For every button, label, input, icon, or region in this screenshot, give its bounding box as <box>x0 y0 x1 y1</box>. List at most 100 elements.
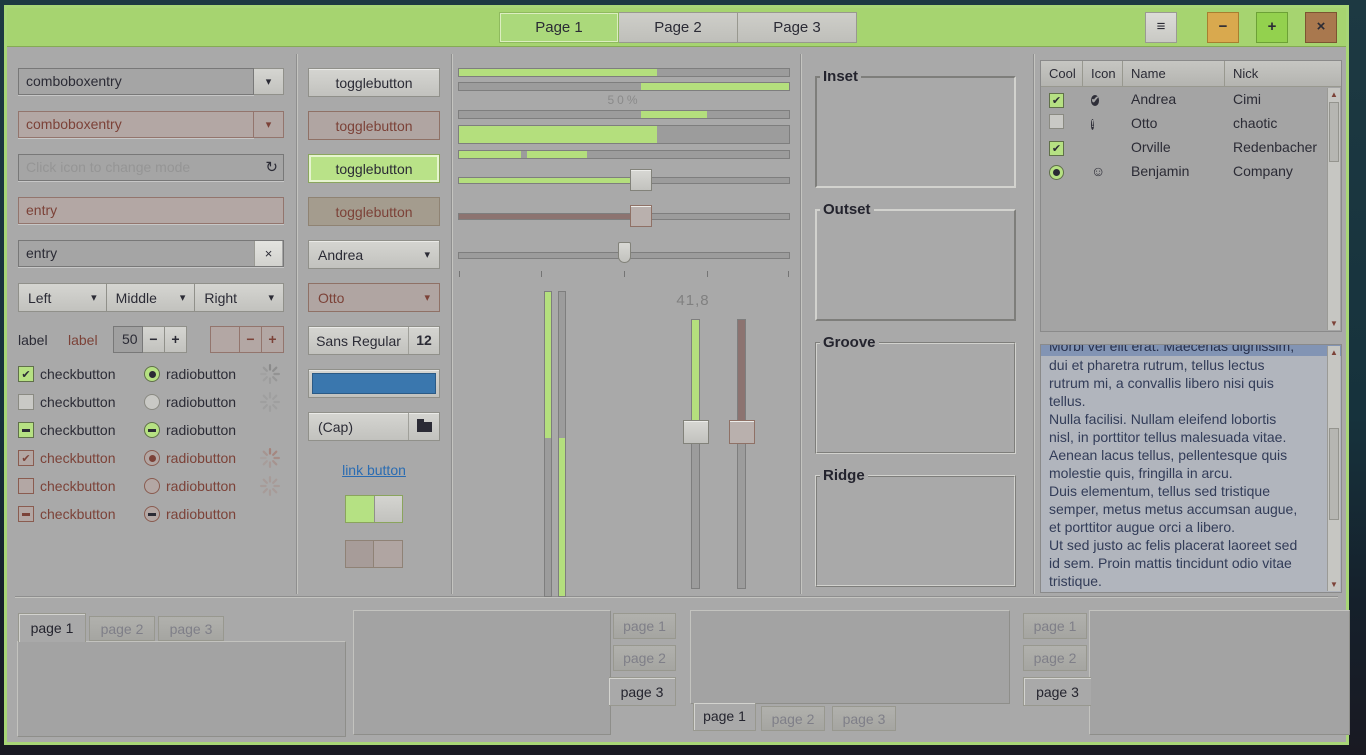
checkbox-mixed[interactable] <box>18 422 34 438</box>
clear-icon[interactable]: × <box>254 241 282 266</box>
comboboxentry-input[interactable]: comboboxentry <box>18 68 254 95</box>
checkbox-unchecked[interactable] <box>18 394 34 410</box>
treeview-scrollbar[interactable]: ▲ ▼ <box>1327 88 1340 330</box>
check-circle-icon: ✔ <box>1091 95 1099 106</box>
combobox[interactable]: Andrea ▾ <box>308 240 440 269</box>
switch-knob[interactable] <box>374 496 402 522</box>
table-row[interactable]: ✔ Orville Redenbacher <box>1041 135 1341 159</box>
table-row[interactable]: ! Otto chaotic <box>1041 111 1341 135</box>
font-button[interactable]: Sans Regular 12 <box>308 326 440 355</box>
column-frames: Inset Outset Groove Ridge <box>815 60 1016 587</box>
spinner-icon <box>260 392 280 412</box>
togglebutton-active[interactable]: togglebutton <box>308 154 440 183</box>
notebook-content <box>17 641 346 737</box>
checkbox-checked[interactable]: ✔ <box>1049 93 1064 108</box>
textview[interactable]: Morbi vel elit erat. Maecenas dignissim,… <box>1040 344 1342 593</box>
refresh-icon[interactable]: ↻ <box>265 155 278 180</box>
column-header-icon[interactable]: Icon <box>1083 61 1123 87</box>
table-row[interactable]: ☺ Benjamin Company <box>1041 159 1341 183</box>
vslider-knob[interactable] <box>683 420 709 444</box>
tab-page2[interactable]: page 2 <box>761 706 825 731</box>
checkbutton-label: checkbutton <box>40 366 144 382</box>
tab-page1[interactable]: page 1 <box>693 703 756 731</box>
header-tab-page2[interactable]: Page 2 <box>619 12 738 43</box>
tab-page3[interactable]: page 3 <box>158 616 224 641</box>
spinbutton-value[interactable]: 50 <box>113 326 143 353</box>
headerbar: Page 1 Page 2 Page 3 ≡ − + × <box>7 8 1346 47</box>
frame-label: Groove <box>820 334 879 351</box>
scrollbar-thumb[interactable] <box>1329 102 1339 162</box>
scroll-down-icon[interactable]: ▼ <box>1328 578 1340 591</box>
tab-page1[interactable]: page 1 <box>613 613 676 639</box>
scroll-up-icon[interactable]: ▲ <box>1328 88 1340 101</box>
text-content: dui et pharetra rutrum, tellus lectus ru… <box>1041 356 1341 593</box>
tab-page1[interactable]: page 1 <box>18 613 86 642</box>
color-button[interactable] <box>308 369 440 398</box>
column-header-name[interactable]: Name <box>1123 61 1225 87</box>
comboboxentry-dropdown-button-disabled: ▾ <box>254 111 284 138</box>
progressbar-segmented <box>458 150 790 159</box>
table-row[interactable]: ✔ ✔ Andrea Cimi <box>1041 87 1341 111</box>
combo-left[interactable]: Left▾ <box>18 283 107 312</box>
header-tab-page3[interactable]: Page 3 <box>738 12 857 43</box>
tab-page2[interactable]: page 2 <box>89 616 155 641</box>
column-header-cool[interactable]: Cool <box>1041 61 1083 87</box>
menu-button[interactable]: ≡ <box>1145 12 1177 43</box>
radio-checked[interactable] <box>1049 165 1064 180</box>
minimize-button[interactable]: − <box>1207 12 1239 43</box>
icon-entry[interactable]: ↻ Click icon to change mode <box>18 154 284 181</box>
hslider[interactable] <box>458 169 790 192</box>
hslider-marks[interactable] <box>458 244 790 267</box>
header-tab-page1[interactable]: Page 1 <box>499 12 619 43</box>
radio-mixed[interactable] <box>144 422 160 438</box>
chevron-down-icon: ▾ <box>266 75 272 88</box>
checkbox-checked[interactable]: ✔ <box>1049 141 1064 156</box>
radio-mixed-disabled <box>144 506 160 522</box>
close-icon: × <box>1317 18 1326 35</box>
file-chooser-button[interactable]: (Cap) <box>308 412 440 441</box>
slider-knob <box>630 205 652 227</box>
label-disabled: label <box>68 332 113 348</box>
spin-minus-button[interactable]: − <box>143 326 165 353</box>
comboboxentry-dropdown-button[interactable]: ▾ <box>254 68 284 95</box>
radio-unchecked[interactable] <box>144 394 160 410</box>
scroll-up-icon[interactable]: ▲ <box>1328 346 1340 359</box>
scrollbar-thumb[interactable] <box>1329 428 1339 520</box>
frame-outset: Outset <box>815 209 1016 321</box>
tab-page2[interactable]: page 2 <box>613 645 676 671</box>
slider-knob[interactable] <box>618 242 631 263</box>
combobox-disabled: Otto ▾ <box>308 283 440 312</box>
radiobutton-label: radiobutton <box>166 450 252 466</box>
hslider-disabled <box>458 205 790 228</box>
spin-plus-button[interactable]: + <box>165 326 187 353</box>
checkbox-checked[interactable]: ✔ <box>18 366 34 382</box>
link-button[interactable]: link button <box>308 462 440 478</box>
tab-page2[interactable]: page 2 <box>1023 645 1087 671</box>
check-radio-row: checkbutton radiobutton <box>18 477 284 495</box>
slider-knob[interactable] <box>630 169 652 191</box>
column-header-nick[interactable]: Nick <box>1225 61 1341 87</box>
scroll-down-icon[interactable]: ▼ <box>1328 317 1340 330</box>
frame-ridge: Ridge <box>815 475 1016 587</box>
radio-checked-disabled <box>144 450 160 466</box>
checkbutton-label: checkbutton <box>40 422 144 438</box>
spinbutton-disabled: − + <box>210 326 284 353</box>
checkbox-unchecked[interactable] <box>1049 114 1064 129</box>
entry-with-clear[interactable]: × entry <box>18 240 284 267</box>
tab-page3[interactable]: page 3 <box>1023 677 1091 706</box>
tab-page3[interactable]: page 3 <box>609 677 676 706</box>
combo-right[interactable]: Right▾ <box>195 283 284 312</box>
cell-name: Otto <box>1123 115 1225 131</box>
togglebutton[interactable]: togglebutton <box>308 68 440 97</box>
switch-on[interactable] <box>345 495 403 523</box>
vslider[interactable] <box>691 319 700 589</box>
maximize-button[interactable]: + <box>1256 12 1288 43</box>
close-button[interactable]: × <box>1305 12 1337 43</box>
tab-page1[interactable]: page 1 <box>1023 613 1087 639</box>
combo-middle[interactable]: Middle▾ <box>107 283 196 312</box>
radio-checked[interactable] <box>144 366 160 382</box>
textview-scrollbar[interactable]: ▲ ▼ <box>1327 346 1340 591</box>
spinner-icon <box>260 448 280 468</box>
tab-page3[interactable]: page 3 <box>832 706 896 731</box>
separator <box>800 54 802 594</box>
